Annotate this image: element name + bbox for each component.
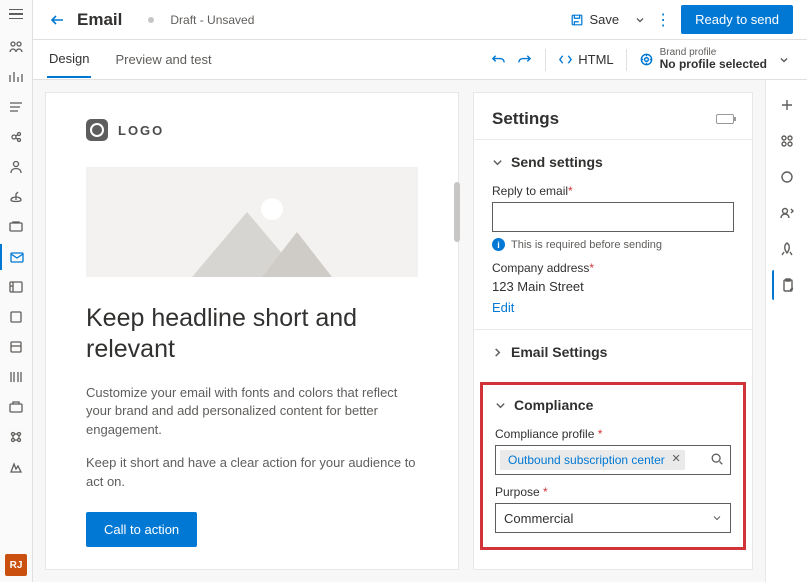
rail-item-2[interactable] [0,64,33,90]
brand-profile-selector[interactable]: Brand profile No profile selected [635,47,793,71]
chevron-down-icon [495,400,506,411]
search-icon[interactable] [710,452,724,469]
rail-item-15[interactable] [0,454,33,480]
left-nav-rail: RJ [0,0,33,582]
add-element-button[interactable] [772,90,802,120]
tab-preview[interactable]: Preview and test [113,42,213,77]
personalize-button[interactable] [772,198,802,228]
settings-panel: Settings Send settings Reply to email* i… [473,92,753,570]
canvas-scrollbar[interactable] [454,182,460,242]
cta-button[interactable]: Call to action [86,512,197,547]
right-tool-rail [765,80,807,582]
email-settings-toggle[interactable]: Email Settings [492,340,734,364]
rail-item-3[interactable] [0,94,33,120]
send-settings-label: Send settings [511,154,603,170]
send-settings-toggle[interactable]: Send settings [492,150,734,174]
ready-to-send-button[interactable]: Ready to send [681,5,793,34]
brand-icon [639,52,654,67]
logo-text: LOGO [118,123,164,138]
chevron-down-icon [779,55,789,65]
required-info: i This is required before sending [492,238,734,251]
rail-item-11[interactable] [0,334,33,360]
rail-item-6[interactable] [0,184,33,210]
section-send-settings: Send settings Reply to email* i This is … [474,139,752,329]
company-address-value: 123 Main Street [492,279,734,294]
page-header: Email Draft - Unsaved Save ⋮ Ready to se… [33,0,807,40]
sub-toolbar: Design Preview and test HTML Brand profi… [33,40,807,80]
code-icon [558,52,573,67]
settings-button[interactable] [772,162,802,192]
settings-title-text: Settings [492,109,559,129]
section-email-settings: Email Settings [474,329,752,378]
image-placeholder[interactable] [86,167,418,277]
save-label: Save [590,12,620,27]
info-icon: i [492,238,505,251]
tab-design[interactable]: Design [47,41,91,78]
compliance-label: Compliance [514,397,593,413]
settings-title: Settings [474,93,752,139]
hamburger-icon[interactable] [6,4,26,24]
edit-address-link[interactable]: Edit [492,300,514,315]
chevron-down-icon [712,513,722,523]
rail-item-4[interactable] [0,124,33,150]
rail-item-10[interactable] [0,304,33,330]
rocket-button[interactable] [772,234,802,264]
purpose-select[interactable]: Commercial [495,503,731,533]
more-actions-button[interactable]: ⋮ [655,10,671,30]
clipboard-button[interactable] [772,270,802,300]
compliance-profile-pill: Outbound subscription center ✕ [500,450,685,470]
html-label: HTML [578,52,613,67]
compliance-profile-field[interactable]: Outbound subscription center ✕ [495,445,731,475]
redo-button[interactable] [511,47,537,73]
device-icon[interactable] [716,114,734,124]
status-dot-icon [148,17,154,23]
back-button[interactable] [47,10,67,30]
compliance-profile-label: Compliance profile * [495,427,731,441]
save-chevron[interactable] [635,15,645,25]
reply-to-input[interactable] [492,202,734,232]
rail-item-5[interactable] [0,154,33,180]
draft-status: Draft - Unsaved [170,13,254,27]
rail-item-7[interactable] [0,214,33,240]
compliance-toggle[interactable]: Compliance [495,393,731,417]
save-icon [570,13,584,27]
mountain-icon [152,187,352,277]
page-title: Email [77,10,122,30]
logo-block: LOGO [86,119,418,141]
section-topic: Topic Select a topic [474,556,752,570]
rail-item-1[interactable] [0,34,33,60]
chevron-right-icon [492,347,503,358]
reply-to-label: Reply to email* [492,184,734,198]
brand-value: No profile selected [660,58,767,71]
purpose-value: Commercial [504,511,573,526]
html-button[interactable]: HTML [554,52,617,67]
chevron-down-icon [492,157,503,168]
email-settings-label: Email Settings [511,344,607,360]
company-address-label: Company address* [492,261,734,275]
rail-item-14[interactable] [0,424,33,450]
elements-button[interactable] [772,126,802,156]
remove-pill-button[interactable]: ✕ [672,452,681,465]
undo-button[interactable] [485,47,511,73]
main-area: LOGO Keep headline short and relevant Cu… [33,80,765,582]
save-button[interactable]: Save [564,8,626,31]
body-paragraph-1[interactable]: Customize your email with fonts and colo… [86,384,418,441]
headline[interactable]: Keep headline short and relevant [86,303,418,366]
section-compliance: Compliance Compliance profile * Outbound… [480,382,746,550]
body-paragraph-2[interactable]: Keep it short and have a clear action fo… [86,454,418,492]
email-canvas[interactable]: LOGO Keep headline short and relevant Cu… [45,92,459,570]
user-avatar[interactable]: RJ [5,554,27,576]
rail-item-email[interactable] [0,244,33,270]
logo-icon [86,119,108,141]
rail-item-12[interactable] [0,364,33,390]
rail-item-13[interactable] [0,394,33,420]
compliance-profile-value: Outbound subscription center [508,453,665,467]
rail-item-9[interactable] [0,274,33,300]
required-info-text: This is required before sending [511,239,662,251]
purpose-label: Purpose * [495,485,731,499]
